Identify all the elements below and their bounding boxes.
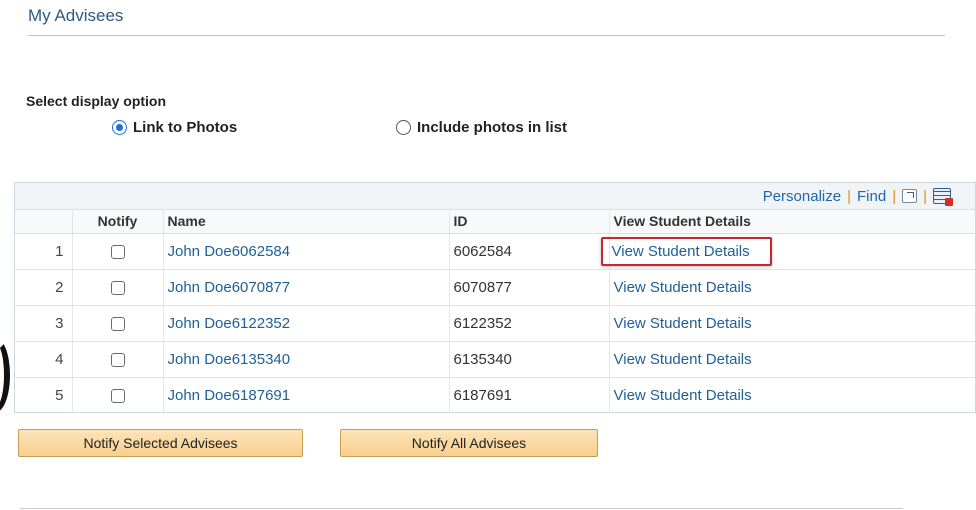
radio-link-to-photos[interactable]: Link to Photos (112, 119, 237, 136)
table-row: 4 John Doe6135340 6135340 View Student D… (15, 340, 975, 377)
notify-selected-advisees-button[interactable]: Notify Selected Advisees (18, 429, 303, 457)
advisee-id: 6135340 (448, 340, 609, 377)
view-student-details-link[interactable]: View Student Details (614, 387, 752, 404)
header-view-details: View Student Details (608, 210, 975, 234)
radio-label-include-photos: Include photos in list (417, 119, 567, 136)
advisee-id: 6187691 (448, 376, 609, 413)
view-details-cell: View Student Details (608, 268, 975, 305)
row-number: 5 (15, 376, 72, 413)
grid-toolbar: Personalize | Find | | (15, 183, 975, 210)
advisee-id: 6122352 (448, 304, 609, 341)
find-link[interactable]: Find (857, 188, 886, 205)
row-number: 4 (15, 340, 72, 377)
advisee-name-cell: John Doe6135340 (162, 340, 449, 377)
download-spreadsheet-icon[interactable] (933, 188, 953, 206)
view-details-cell: View Student Details (608, 304, 975, 341)
notify-checkbox[interactable] (110, 388, 125, 403)
annotation-arc-mark (0, 338, 10, 412)
row-number: 2 (15, 268, 72, 305)
notify-checkbox[interactable] (110, 316, 125, 331)
view-student-details-link[interactable]: View Student Details (614, 279, 752, 296)
table-row: 5 John Doe6187691 6187691 View Student D… (15, 376, 975, 413)
notify-checkbox[interactable] (110, 352, 125, 367)
advisee-name-link[interactable]: John Doe6070877 (168, 279, 291, 296)
advisee-name-cell: John Doe6122352 (162, 304, 449, 341)
radio-selected-icon[interactable] (112, 120, 127, 135)
advisees-table: Notify Name ID View Student Details 1 Jo… (15, 210, 975, 413)
bottom-divider (20, 508, 903, 509)
advisee-name-link[interactable]: John Doe6135340 (168, 351, 291, 368)
header-id: ID (448, 210, 609, 234)
display-option-label: Select display option (26, 93, 167, 109)
view-details-cell: View Student Details (608, 376, 975, 413)
header-name: Name (162, 210, 449, 234)
advisees-grid: Personalize | Find | | Notify Name ID Vi… (14, 182, 976, 413)
header-row-number (15, 210, 72, 234)
table-row: 3 John Doe6122352 6122352 View Student D… (15, 304, 975, 341)
notify-checkbox[interactable] (110, 244, 125, 259)
view-details-cell: View Student Details (608, 340, 975, 377)
advisee-name-link[interactable]: John Doe6122352 (168, 315, 291, 332)
notify-cell (71, 268, 163, 305)
advisee-id: 6070877 (448, 268, 609, 305)
row-number: 3 (15, 304, 72, 341)
personalize-link[interactable]: Personalize (763, 188, 841, 205)
advisee-name-cell: John Doe6187691 (162, 376, 449, 413)
advisee-name-cell: John Doe6062584 (162, 232, 449, 269)
radio-unselected-icon[interactable] (396, 120, 411, 135)
page-title: My Advisees (28, 6, 124, 25)
notify-cell (71, 340, 163, 377)
notify-cell (71, 232, 163, 269)
advisees-page: My Advisees Select display option Link t… (0, 0, 976, 510)
row-number: 1 (15, 232, 72, 269)
notify-checkbox[interactable] (110, 280, 125, 295)
notify-cell (71, 304, 163, 341)
toolbar-separator: | (847, 187, 851, 205)
advisee-name-link[interactable]: John Doe6187691 (168, 387, 291, 404)
toolbar-separator: | (892, 187, 897, 205)
notify-all-advisees-button[interactable]: Notify All Advisees (340, 429, 598, 457)
view-student-details-link[interactable]: View Student Details (614, 315, 752, 332)
view-details-cell: View Student Details (600, 232, 975, 269)
table-row: 1 John Doe6062584 6062584 View Student D… (15, 232, 975, 269)
radio-label-link-to-photos: Link to Photos (133, 119, 238, 136)
notify-cell (71, 376, 163, 413)
header-notify: Notify (71, 210, 163, 234)
advisee-name-cell: John Doe6070877 (162, 268, 449, 305)
toolbar-separator: | (923, 187, 927, 205)
view-student-details-link[interactable]: View Student Details (614, 351, 752, 368)
title-divider (28, 35, 945, 36)
table-header-row: Notify Name ID View Student Details (15, 210, 975, 234)
advisee-id: 6062584 (448, 232, 609, 269)
radio-include-photos[interactable]: Include photos in list (396, 119, 567, 136)
new-window-icon[interactable] (902, 189, 918, 203)
view-student-details-link[interactable]: View Student Details (600, 236, 772, 266)
advisee-name-link[interactable]: John Doe6062584 (168, 243, 291, 260)
table-row: 2 John Doe6070877 6070877 View Student D… (15, 268, 975, 305)
